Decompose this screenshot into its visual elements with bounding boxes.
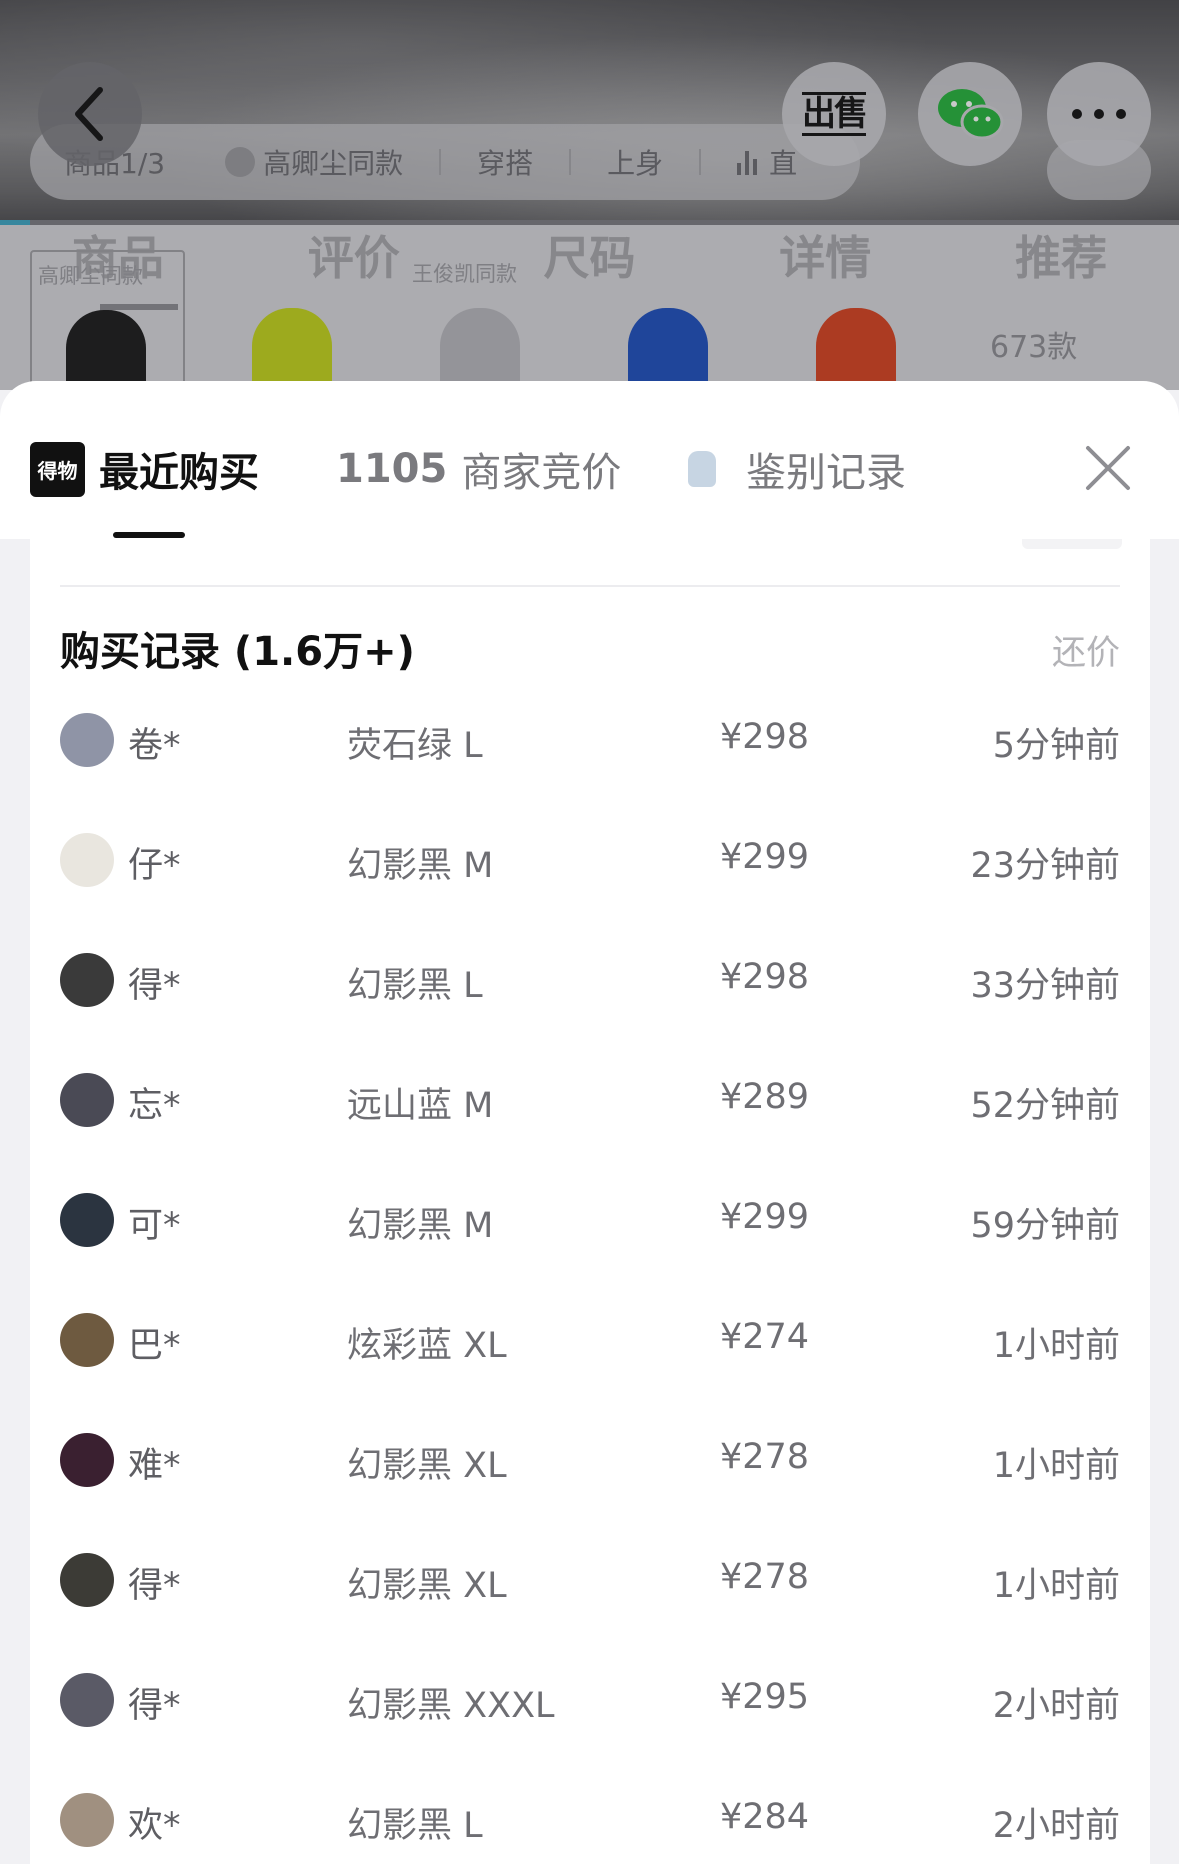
bids-count: 1105 (336, 446, 448, 492)
tab-merchant-bids[interactable]: 1105 商家竞价 (336, 436, 621, 502)
purchase-time: 52分钟前 (970, 1086, 1120, 1126)
tab-authentication-records[interactable]: 鉴别记录 (688, 436, 906, 502)
sheet-tabs: 得物 最近购买 1105 商家竞价 鉴别记录 (0, 436, 1179, 536)
purchase-time: 2小时前 (992, 1686, 1120, 1726)
buyer-name: 难* (128, 1446, 181, 1486)
purchase-row: 难* 幻影黑 XL ¥278 1小时前 (60, 1433, 1120, 1553)
records-title: 购买记录 (1.6万+) (60, 629, 415, 675)
price: ¥299 (720, 837, 810, 877)
sku-spec: 幻影黑 XL (347, 1446, 507, 1486)
purchase-row: 得* 幻影黑 XXXL ¥295 2小时前 (60, 1673, 1120, 1793)
sku-spec: 幻影黑 M (347, 846, 494, 886)
purchase-row: 得* 幻影黑 XL ¥278 1小时前 (60, 1553, 1120, 1673)
purchase-row: 仔* 幻影黑 M ¥299 23分钟前 (60, 833, 1120, 953)
tab-auth-label: 鉴别记录 (746, 450, 906, 496)
buyer-name: 得* (128, 966, 181, 1006)
product-page-background: 商品1/3 高卿尘同款 穿搭 上身 直 出售 商品 评价 尺码 详情 推荐 高卿… (0, 0, 1179, 390)
avatar (60, 1673, 114, 1727)
price: ¥299 (720, 1197, 810, 1237)
purchase-time: 33分钟前 (970, 966, 1120, 1006)
tab-bids-label: 商家竞价 (461, 450, 622, 496)
dewu-logo-icon: 得物 (30, 441, 85, 497)
purchase-time: 23分钟前 (970, 846, 1120, 886)
price: ¥298 (720, 957, 810, 997)
avatar (60, 1553, 114, 1607)
sku-spec: 幻影黑 XXXL (347, 1686, 555, 1726)
price: ¥289 (720, 1077, 810, 1117)
buyer-name: 得* (128, 1566, 181, 1606)
avatar (60, 833, 114, 887)
purchase-time: 1小时前 (992, 1326, 1120, 1366)
sku-spec: 炫彩蓝 XL (347, 1326, 507, 1366)
purchase-time: 59分钟前 (970, 1206, 1120, 1246)
card-tab-remnant (1022, 539, 1122, 549)
tab-recent-purchases[interactable]: 得物 最近购买 (30, 436, 259, 502)
purchase-row: 可* 幻影黑 M ¥299 59分钟前 (60, 1193, 1120, 1313)
purchase-time: 5分钟前 (992, 726, 1120, 766)
avatar (60, 1193, 114, 1247)
purchase-row: 卷* 荧石绿 L ¥298 5分钟前 (60, 713, 1120, 833)
avatar (60, 953, 114, 1007)
sku-spec: 远山蓝 M (347, 1086, 494, 1126)
price: ¥298 (720, 717, 810, 757)
counter-offer-link[interactable]: 还价 (1052, 625, 1120, 674)
avatar (60, 1433, 114, 1487)
purchase-row: 得* 幻影黑 L ¥298 33分钟前 (60, 953, 1120, 1073)
purchase-row: 巴* 炫彩蓝 XL ¥274 1小时前 (60, 1313, 1120, 1433)
divider (60, 585, 1120, 587)
close-icon (1086, 446, 1130, 490)
sku-spec: 幻影黑 L (347, 966, 483, 1006)
avatar (60, 1313, 114, 1367)
purchase-row: 忘* 远山蓝 M ¥289 52分钟前 (60, 1073, 1120, 1193)
buyer-name: 忘* (128, 1086, 181, 1126)
purchase-time: 2小时前 (992, 1806, 1120, 1846)
jacket-icon (688, 451, 716, 487)
avatar (60, 1073, 114, 1127)
price: ¥284 (720, 1797, 810, 1837)
buyer-name: 仔* (128, 846, 181, 886)
purchase-row: 欢* 幻影黑 L ¥284 2小时前 (60, 1793, 1120, 1864)
dim-overlay (0, 0, 1179, 390)
avatar (60, 1793, 114, 1847)
buyer-name: 巴* (128, 1326, 181, 1366)
purchase-records-card: 购买记录 (1.6万+) 还价 卷* 荧石绿 L ¥298 5分钟前 仔* 幻影… (30, 539, 1150, 1864)
sku-spec: 幻影黑 L (347, 1806, 483, 1846)
sku-spec: 幻影黑 XL (347, 1566, 507, 1606)
purchase-time: 1小时前 (992, 1446, 1120, 1486)
buyer-name: 卷* (128, 726, 181, 766)
price: ¥295 (720, 1677, 810, 1717)
sku-spec: 荧石绿 L (347, 726, 483, 766)
avatar (60, 713, 114, 767)
active-tab-indicator (113, 532, 185, 538)
close-button[interactable] (1080, 440, 1136, 496)
purchase-records-list: 卷* 荧石绿 L ¥298 5分钟前 仔* 幻影黑 M ¥299 23分钟前 得… (60, 713, 1120, 1864)
price: ¥278 (720, 1437, 810, 1477)
sku-spec: 幻影黑 M (347, 1206, 494, 1246)
tab-recent-label: 最近购买 (99, 450, 259, 496)
price: ¥274 (720, 1317, 810, 1357)
price: ¥278 (720, 1557, 810, 1597)
buyer-name: 欢* (128, 1806, 181, 1846)
buyer-name: 得* (128, 1686, 181, 1726)
purchase-time: 1小时前 (992, 1566, 1120, 1606)
buyer-name: 可* (128, 1206, 181, 1246)
